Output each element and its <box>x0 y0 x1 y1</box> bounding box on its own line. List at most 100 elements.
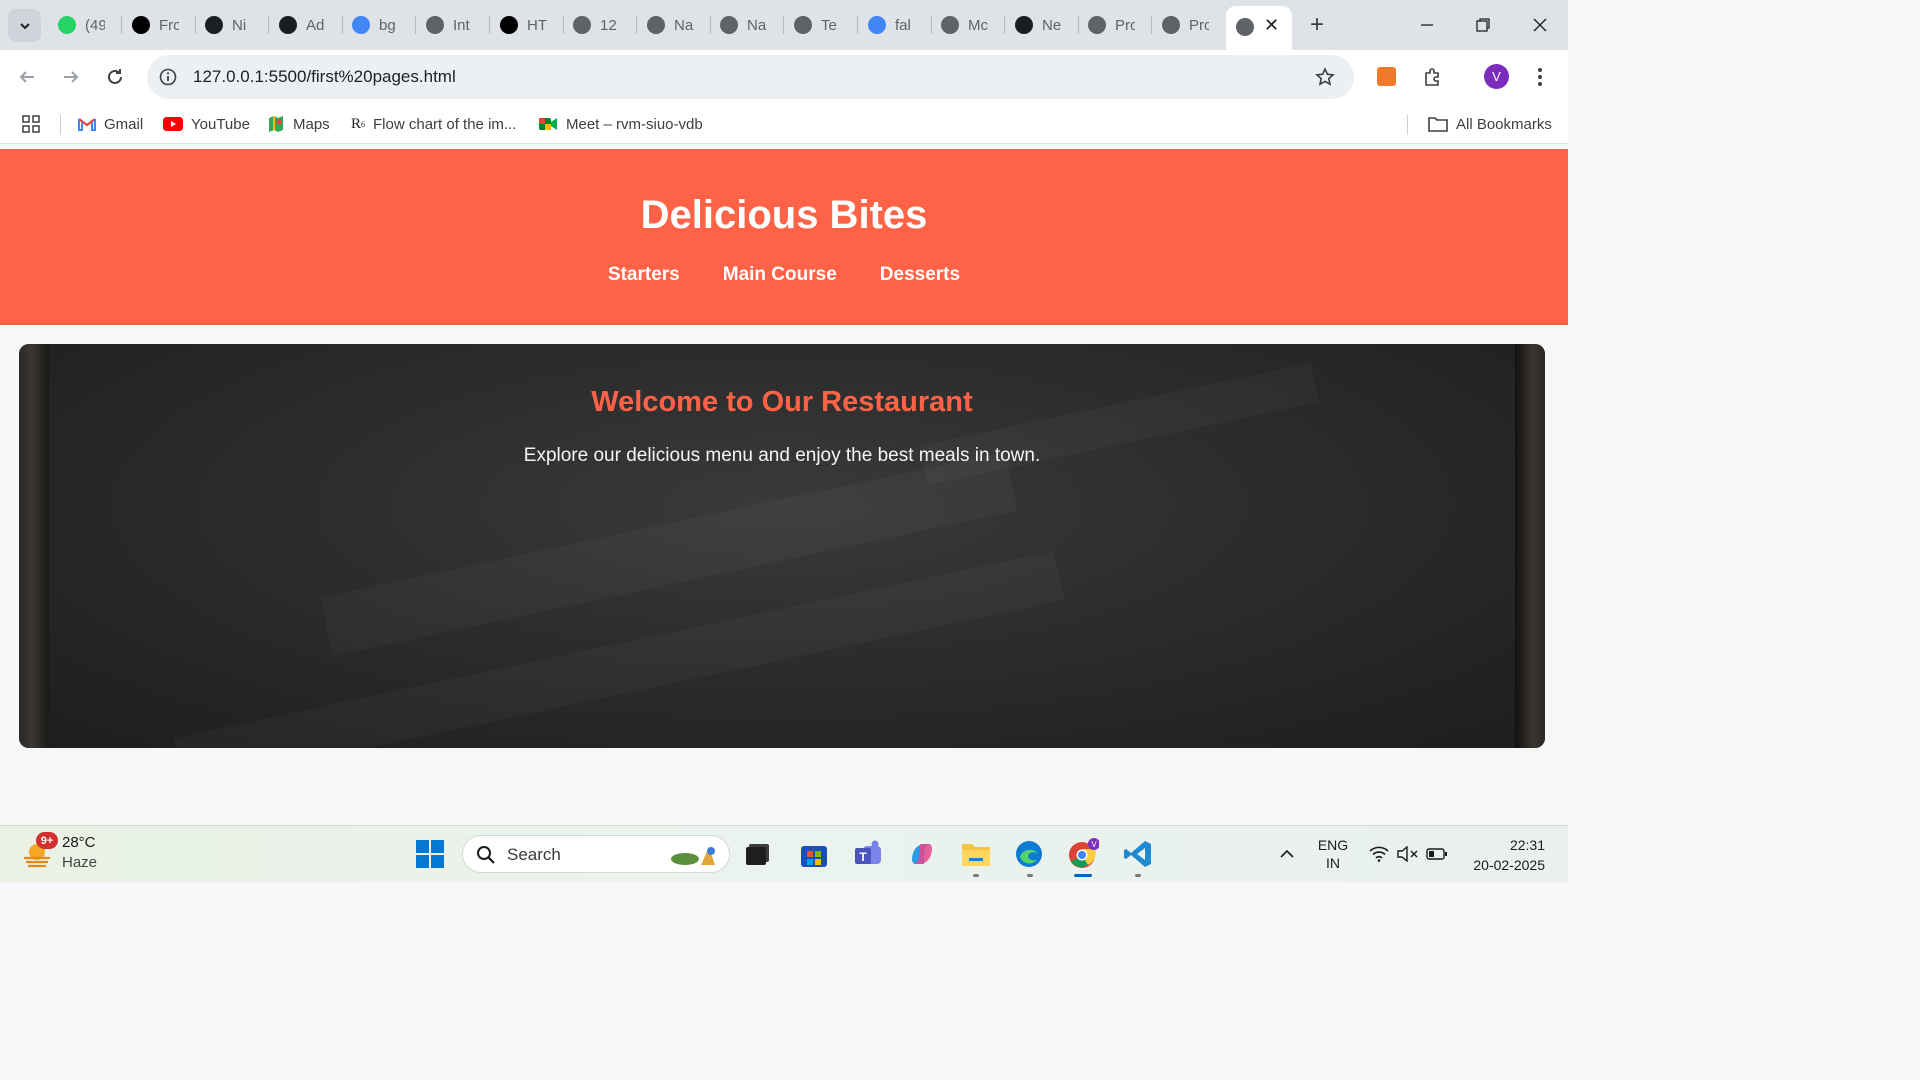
profile-avatar[interactable]: V <box>1484 64 1509 89</box>
new-tab-button[interactable]: + <box>1304 11 1330 38</box>
chevron-down-icon <box>19 22 30 29</box>
minimize-button[interactable] <box>1407 8 1447 42</box>
tab-item[interactable]: Ad <box>279 10 326 40</box>
running-indicator <box>973 874 979 877</box>
nav-link-desserts[interactable]: Desserts <box>880 264 960 286</box>
restore-button[interactable] <box>1463 8 1503 42</box>
tab-item[interactable]: Te <box>794 10 841 40</box>
tab-item[interactable]: Pro <box>1162 10 1209 40</box>
github-icon <box>1015 16 1033 34</box>
globe-icon <box>647 16 665 34</box>
show-hidden-icons-button[interactable] <box>1270 837 1304 871</box>
close-icon <box>1533 18 1547 32</box>
folder-icon <box>1428 116 1448 132</box>
browser-menu-button[interactable] <box>1525 62 1555 92</box>
tab-item[interactable]: Pro <box>1088 10 1135 40</box>
tab-item[interactable]: fal <box>868 10 915 40</box>
running-indicator <box>1135 874 1141 877</box>
close-tab-icon[interactable]: ✕ <box>1264 15 1279 36</box>
gmail-icon <box>78 117 96 131</box>
site-header: Delicious Bites Starters Main Course Des… <box>0 149 1568 325</box>
tab-item[interactable]: Na <box>720 10 767 40</box>
weather-condition: Haze <box>62 854 98 871</box>
url-text[interactable]: 127.0.0.1:5500/first%20pages.html <box>193 67 456 87</box>
hero-text: Explore our delicious menu and enjoy the… <box>523 445 1041 466</box>
tab-title: Ad <box>306 16 325 34</box>
task-view-button[interactable] <box>741 837 775 871</box>
tab-separator <box>636 16 637 34</box>
bookmark-flowchart[interactable]: R6 Flow chart of the im... <box>351 113 516 135</box>
folder-icon <box>962 844 990 866</box>
tab-title: Int <box>453 16 470 34</box>
browser-toolbar: 127.0.0.1:5500/first%20pages.html V <box>0 50 1568 104</box>
reload-button[interactable] <box>100 62 130 92</box>
bookmark-gmail[interactable]: Gmail <box>78 113 143 135</box>
taskbar-edge[interactable] <box>1012 837 1046 871</box>
tab-active[interactable]: ✕ <box>1226 6 1292 50</box>
weather-widget[interactable]: 9+ 28°C Haze <box>22 832 122 874</box>
taskbar-teams[interactable]: T <box>851 837 885 871</box>
r-icon: R6 <box>351 115 366 132</box>
tab-item[interactable]: Ni <box>205 10 252 40</box>
tab-separator <box>857 16 858 34</box>
tab-title: fal <box>895 16 911 34</box>
bookmark-meet[interactable]: Meet – rvm-siuo-vdb <box>538 113 703 135</box>
tab-title: HT <box>527 16 547 34</box>
system-clock[interactable]: 22:31 20-02-2025 <box>1473 835 1545 875</box>
address-bar[interactable]: 127.0.0.1:5500/first%20pages.html <box>147 55 1354 99</box>
tab-strip: (49 Fro Ni Ad bg Int HT 12 Na Na Te fal Mc Ne Pro Pro ✕… <box>0 0 1568 50</box>
close-window-button[interactable] <box>1520 8 1560 42</box>
extension-icon[interactable] <box>1377 67 1396 86</box>
apps-button[interactable] <box>22 113 40 135</box>
taskbar-chrome[interactable]: V <box>1066 837 1100 871</box>
active-indicator <box>1074 874 1092 877</box>
chatgpt-icon <box>500 16 518 34</box>
battery-status[interactable] <box>1420 837 1454 871</box>
extensions-button[interactable] <box>1418 62 1448 92</box>
tab-item[interactable]: HT <box>500 10 547 40</box>
hero-title: Welcome to Our Restaurant <box>591 386 973 418</box>
language-indicator[interactable]: ENG IN <box>1315 836 1351 872</box>
tab-item[interactable]: 12 <box>573 10 620 40</box>
chrome-icon: V <box>1069 838 1099 868</box>
tab-separator <box>489 16 490 34</box>
nav-link-starters[interactable]: Starters <box>608 264 680 286</box>
tab-item[interactable]: Ne <box>1015 10 1062 40</box>
tab-separator <box>1151 16 1152 34</box>
tab-item[interactable]: Int <box>426 10 473 40</box>
site-info-icon[interactable] <box>159 68 177 86</box>
bookmark-youtube[interactable]: YouTube <box>163 113 250 135</box>
start-button[interactable] <box>413 837 447 871</box>
site-nav: Starters Main Course Desserts <box>0 264 1568 286</box>
forward-button[interactable] <box>56 62 86 92</box>
tab-item[interactable]: (49 <box>58 10 105 40</box>
tab-separator <box>783 16 784 34</box>
tab-title: Mc <box>968 16 988 34</box>
taskbar-store[interactable] <box>797 837 831 871</box>
bookmark-star-icon[interactable] <box>1315 67 1335 87</box>
tab-search-button[interactable] <box>8 9 41 42</box>
taskbar-search[interactable]: Search <box>462 835 730 873</box>
google-icon <box>868 16 886 34</box>
tab-item[interactable]: Mc <box>941 10 988 40</box>
github-icon <box>279 16 297 34</box>
taskbar-file-explorer[interactable] <box>959 837 993 871</box>
search-highlight-illustration-icon <box>671 847 715 865</box>
tab-title: 12 <box>600 16 617 34</box>
back-button[interactable] <box>12 62 42 92</box>
all-bookmarks-button[interactable]: All Bookmarks <box>1428 113 1552 135</box>
bookmark-maps[interactable]: Maps <box>267 113 330 135</box>
bookmark-label: Maps <box>293 115 330 133</box>
tab-item[interactable]: Fro <box>132 10 179 40</box>
tab-separator <box>268 16 269 34</box>
svg-text:T: T <box>859 850 867 864</box>
apps-grid-icon <box>22 115 40 133</box>
taskbar-vscode[interactable] <box>1121 837 1155 871</box>
tab-title: Ne <box>1042 16 1062 34</box>
tab-item[interactable]: Na <box>647 10 694 40</box>
tab-item[interactable]: bg <box>352 10 399 40</box>
globe-icon <box>941 16 959 34</box>
nav-link-main-course[interactable]: Main Course <box>723 264 837 286</box>
globe-icon <box>426 16 444 34</box>
taskbar-copilot[interactable] <box>905 837 939 871</box>
